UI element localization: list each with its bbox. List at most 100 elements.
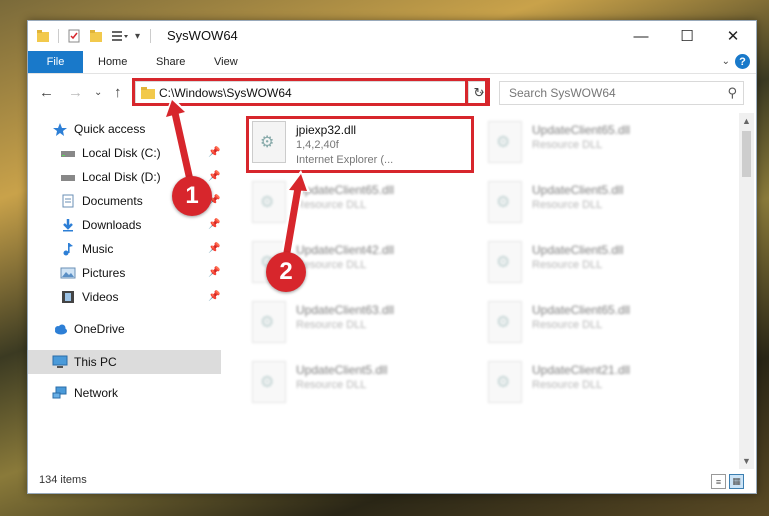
file-item[interactable]: UpdateClient5.dll Resource DLL [482, 177, 707, 229]
sidebar-item-label: Local Disk (D:) [82, 170, 161, 184]
pin-icon[interactable]: 📌 [208, 291, 220, 302]
sidebar-item-label: OneDrive [74, 322, 125, 336]
dll-file-icon [488, 181, 522, 223]
download-arrow-icon [60, 218, 76, 232]
file-name: UpdateClient5.dll [532, 243, 624, 257]
sidebar-item-pictures[interactable]: Pictures [60, 262, 125, 284]
tiles-view-icon[interactable]: ▦ [729, 474, 744, 489]
step-badge-1: 1 [172, 176, 212, 216]
status-bar: 134 items ≡ ▦ [28, 469, 756, 493]
vertical-scrollbar[interactable]: ▲ ▼ [739, 113, 754, 469]
pin-icon[interactable]: 📌 [208, 267, 220, 278]
maximize-button[interactable]: ☐ [664, 21, 710, 51]
sidebar-item-label: Quick access [74, 122, 146, 136]
file-item[interactable]: UpdateClient65.dll Resource DLL [482, 117, 707, 169]
sidebar-item-downloads[interactable]: Downloads [60, 214, 141, 236]
title-bar: ▾ SysWOW64 — ☐ ✕ [28, 21, 756, 51]
computer-icon [52, 355, 68, 369]
dll-file-icon [252, 301, 286, 343]
sidebar-item-label: Local Disk (C:) [82, 146, 161, 160]
new-folder-icon[interactable] [89, 29, 103, 43]
forward-button[interactable]: → [68, 84, 83, 101]
file-explorer-window: ▾ SysWOW64 — ☐ ✕ File Home Share View ⌄ … [27, 20, 757, 494]
tab-view[interactable]: View [214, 51, 238, 73]
sidebar-item-local-disk-c[interactable]: Local Disk (C:) [60, 142, 161, 164]
file-type: Resource DLL [296, 259, 367, 271]
search-icon[interactable]: ⚲ [727, 85, 737, 101]
navigation-bar: ← → ⌄ ↑ C:\Windows\SysWOW64 ⌄ ↻ Search S… [28, 74, 756, 110]
dll-file-icon [488, 301, 522, 343]
file-list: jpiexp32.dll 1,4,2,40f Internet Explorer… [224, 113, 739, 461]
minimize-button[interactable]: — [618, 21, 664, 51]
refresh-highlight [465, 78, 490, 106]
file-item[interactable]: UpdateClient65.dll Resource DLL [246, 177, 471, 229]
star-icon [52, 122, 68, 136]
address-bar-highlight [132, 78, 488, 106]
file-item[interactable]: UpdateClient63.dll Resource DLL [246, 297, 471, 349]
documents-icon [60, 194, 76, 208]
folder-icon [37, 30, 49, 42]
recent-locations-button[interactable]: ⌄ [94, 87, 102, 98]
navigation-pane: Quick access Local Disk (C:) Local Disk … [28, 113, 221, 461]
film-icon [60, 290, 76, 304]
back-button[interactable]: ← [39, 84, 54, 101]
scroll-down-icon[interactable]: ▼ [742, 456, 751, 466]
file-name: UpdateClient65.dll [296, 183, 395, 197]
file-type: Resource DLL [532, 379, 603, 391]
tab-file[interactable]: File [28, 51, 83, 73]
file-name: UpdateClient42.dll [296, 243, 395, 257]
dropdown-arrow-icon[interactable]: ▾ [135, 31, 140, 42]
sidebar-item-videos[interactable]: Videos [60, 286, 118, 308]
scrollbar-thumb[interactable] [742, 131, 751, 177]
sidebar-item-music[interactable]: Music [60, 238, 113, 260]
file-item[interactable]: UpdateClient5.dll Resource DLL [246, 357, 471, 409]
file-item[interactable]: UpdateClient65.dll Resource DLL [482, 297, 707, 349]
drive-icon [60, 170, 76, 184]
search-input[interactable]: Search SysWOW64 [509, 86, 616, 100]
file-type: Resource DLL [296, 199, 367, 211]
sidebar-item-network[interactable]: Network [52, 382, 118, 404]
dll-file-icon [488, 361, 522, 403]
file-item[interactable]: UpdateClient21.dll Resource DLL [482, 357, 707, 409]
tab-home[interactable]: Home [98, 51, 127, 73]
search-box[interactable]: Search SysWOW64 ⚲ [499, 81, 744, 105]
pin-icon[interactable]: 📌 [208, 219, 220, 230]
sidebar-item-documents[interactable]: Documents [60, 190, 143, 212]
sidebar-item-label: Pictures [82, 266, 126, 280]
file-item[interactable]: UpdateClient5.dll Resource DLL [482, 237, 707, 289]
customize-toolbar-icon[interactable] [111, 29, 129, 43]
sidebar-item-label: Music [82, 242, 114, 256]
sidebar-item-label: Network [74, 386, 119, 400]
close-button[interactable]: ✕ [710, 21, 756, 51]
file-name: UpdateClient63.dll [296, 303, 395, 317]
scroll-up-icon[interactable]: ▲ [742, 116, 751, 126]
drive-icon [60, 146, 76, 160]
music-note-icon [60, 242, 76, 256]
expand-ribbon-icon[interactable]: ⌄ [722, 56, 730, 67]
file-type: Resource DLL [532, 319, 603, 331]
pin-icon[interactable]: 📌 [208, 243, 220, 254]
sidebar-item-label: Documents [82, 194, 143, 208]
help-button[interactable]: ? [735, 54, 750, 69]
file-name: UpdateClient65.dll [532, 123, 631, 137]
sidebar-item-this-pc[interactable]: This PC [52, 351, 117, 373]
properties-icon[interactable] [67, 29, 81, 43]
sidebar-item-quick-access[interactable]: Quick access [52, 118, 145, 140]
step-badge-2: 2 [266, 252, 306, 292]
file-highlight [246, 116, 474, 173]
file-type: Resource DLL [296, 319, 367, 331]
window-title: SysWOW64 [167, 28, 238, 43]
sidebar-item-label: Videos [82, 290, 119, 304]
sidebar-item-onedrive[interactable]: OneDrive [52, 318, 125, 340]
file-type: Resource DLL [296, 379, 367, 391]
file-type: Resource DLL [532, 139, 603, 151]
item-count: 134 items [39, 474, 87, 486]
up-button[interactable]: ↑ [114, 84, 122, 101]
file-name: UpdateClient65.dll [532, 303, 631, 317]
details-view-icon[interactable]: ≡ [711, 474, 726, 489]
sidebar-item-local-disk-d[interactable]: Local Disk (D:) [60, 166, 161, 188]
sidebar-item-label: Downloads [82, 218, 142, 232]
tab-share[interactable]: Share [156, 51, 185, 73]
pin-icon[interactable]: 📌 [208, 171, 220, 182]
pin-icon[interactable]: 📌 [208, 147, 220, 158]
